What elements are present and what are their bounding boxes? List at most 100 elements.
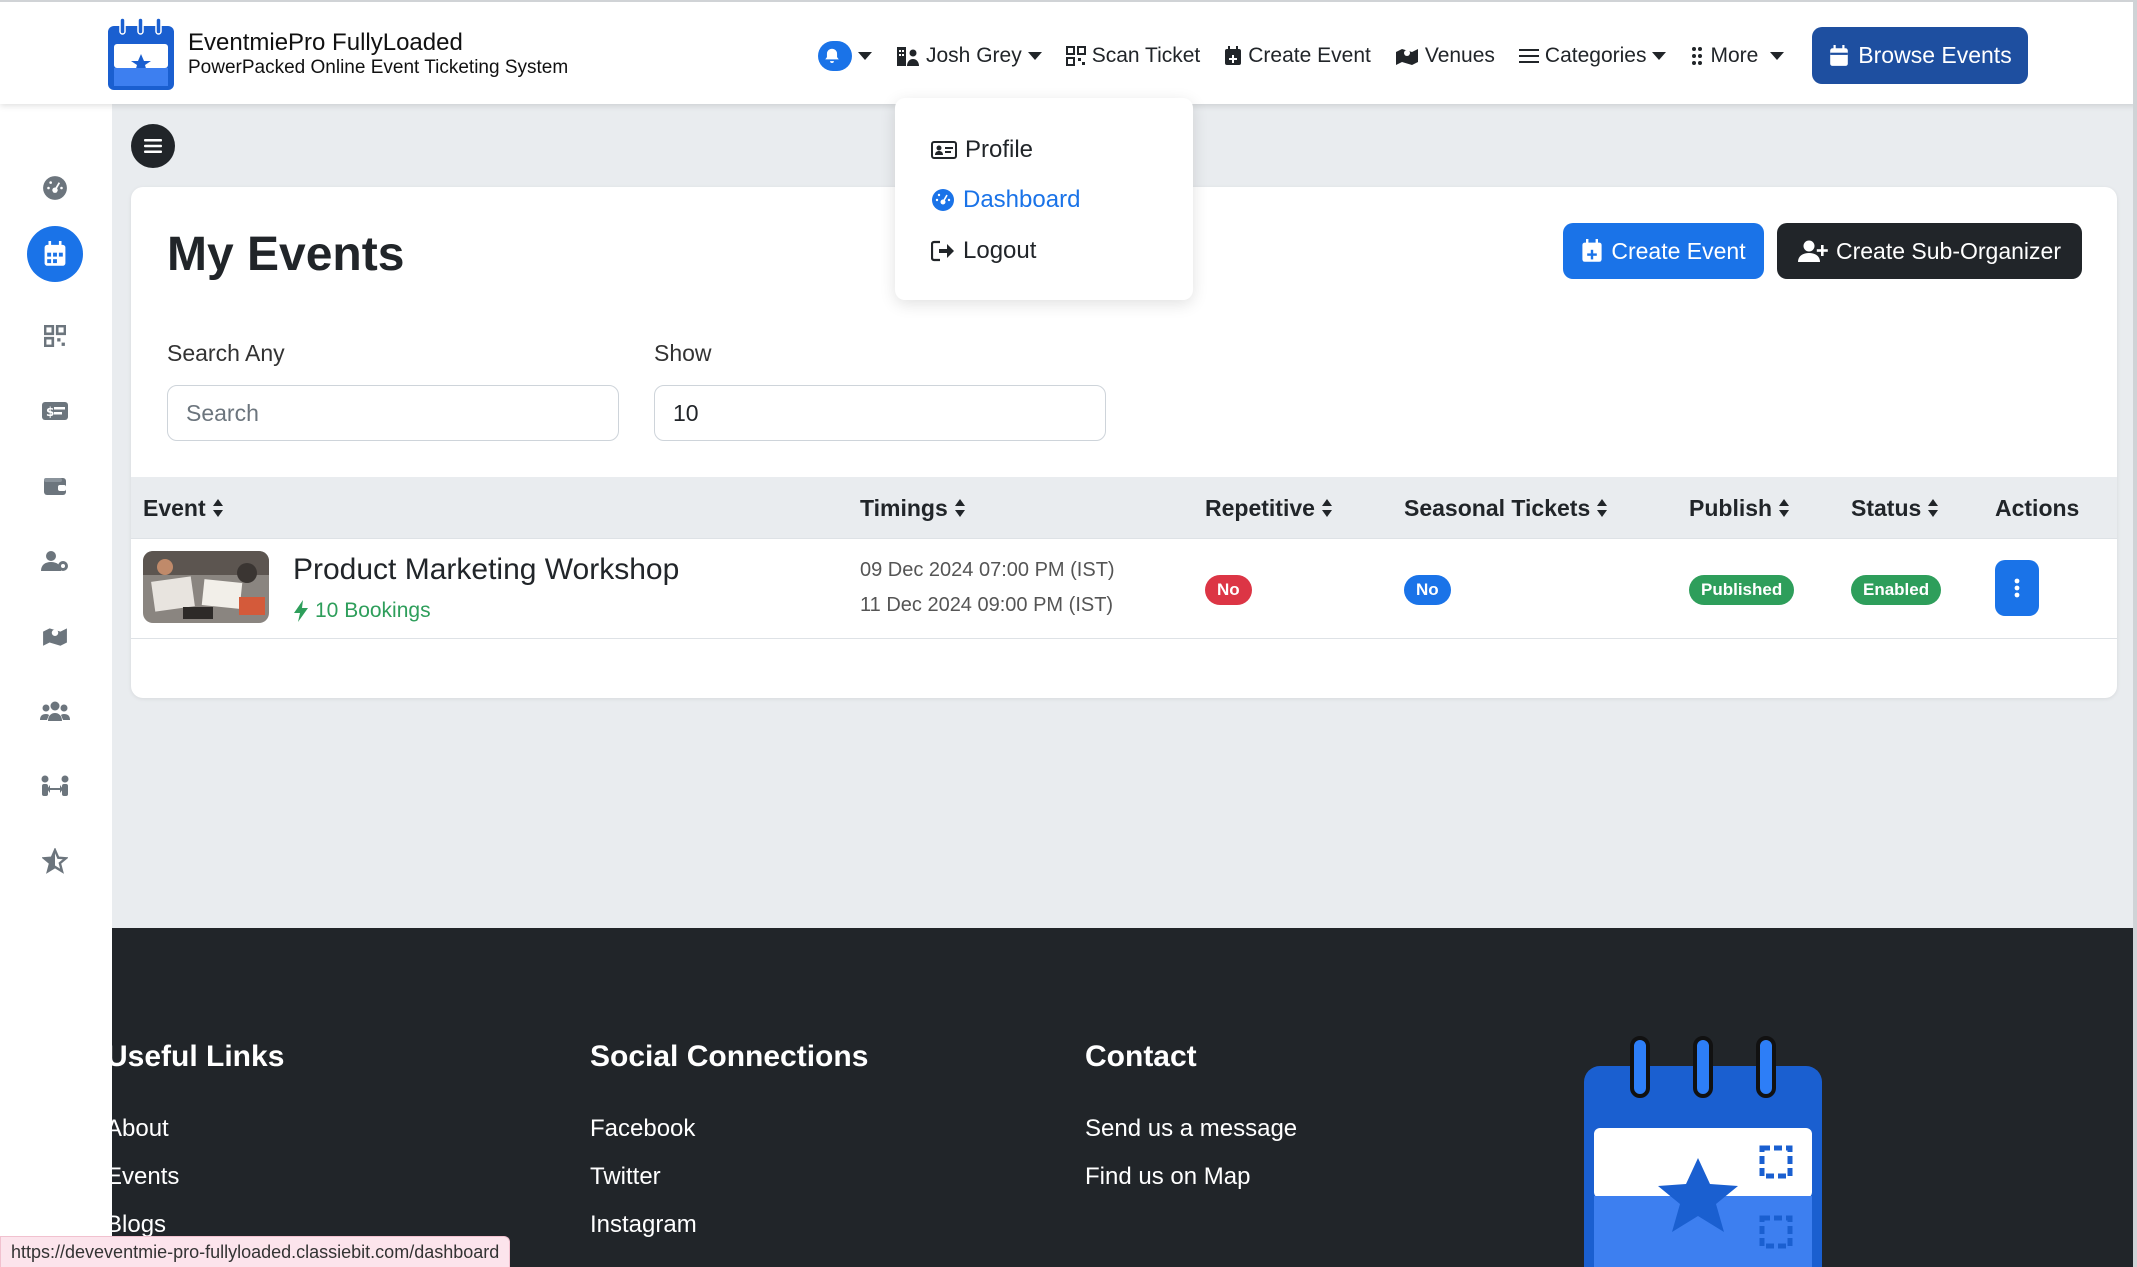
event-thumbnail[interactable] (143, 551, 269, 623)
chevron-down-icon (858, 52, 872, 60)
sort-icon (1779, 499, 1790, 517)
brand[interactable]: EventmiePro FullyLoaded PowerPacked Onli… (106, 16, 568, 92)
logout-icon (931, 240, 954, 262)
main-nav: Josh Grey Scan Ticket Create Event Venue… (818, 28, 1808, 84)
ellipsis-vertical-icon (2014, 578, 2020, 598)
bolt-icon (294, 600, 308, 622)
calendar-plus-icon (1582, 239, 1602, 262)
chevron-down-icon (1652, 52, 1667, 60)
dashboard-icon (932, 189, 954, 211)
qrcode-icon (44, 325, 66, 347)
sidebar-item-reviews[interactable] (27, 833, 83, 889)
footer-logo (1584, 1036, 1822, 1267)
create-sub-organizer-button[interactable]: Create Sub-Organizer (1777, 223, 2082, 279)
search-input[interactable] (167, 385, 619, 441)
footer-social-heading: Social Connections (590, 1040, 869, 1073)
nav-categories[interactable]: Categories (1518, 44, 1667, 68)
window-edge (2133, 0, 2137, 1267)
brand-title: EventmiePro FullyLoaded (188, 29, 463, 56)
footer-link-twitter[interactable]: Twitter (590, 1163, 661, 1191)
menu-item-profile[interactable]: Profile (931, 136, 1033, 164)
status-badge: Enabled (1851, 575, 1942, 605)
user-dropdown-menu: Profile Dashboard Logout (895, 98, 1193, 300)
nav-scan-ticket[interactable]: Scan Ticket (1065, 44, 1201, 68)
column-header-status[interactable]: Status (1851, 477, 1939, 539)
bell-icon (818, 41, 852, 71)
menu-item-profile-label: Profile (965, 136, 1034, 163)
nav-create-event[interactable]: Create Event (1224, 44, 1371, 68)
menu-item-logout-label: Logout (963, 237, 1037, 264)
wallet-icon (44, 478, 66, 495)
chevron-down-icon (1027, 52, 1042, 60)
menu-item-dashboard-label: Dashboard (963, 186, 1081, 213)
column-header-timings[interactable]: Timings (860, 477, 966, 539)
map-location-icon (1395, 49, 1418, 65)
brand-subtitle: PowerPacked Online Event Ticketing Syste… (188, 57, 569, 78)
column-header-publish[interactable]: Publish (1689, 477, 1790, 539)
sidebar-item-scan[interactable] (27, 308, 83, 364)
column-header-repetitive[interactable]: Repetitive (1205, 477, 1333, 539)
column-header-label: Publish (1689, 494, 1773, 521)
sort-icon (1321, 499, 1332, 517)
menu-item-logout[interactable]: Logout (931, 237, 1036, 265)
user-menu-toggle[interactable]: Josh Grey (896, 44, 1042, 68)
footer-link-facebook[interactable]: Facebook (590, 1115, 695, 1143)
footer-link-instagram[interactable]: Instagram (590, 1211, 697, 1239)
column-header-label: Event (143, 494, 206, 521)
user-name: Josh Grey (926, 44, 1022, 67)
sort-icon (954, 499, 965, 517)
sort-icon (1597, 499, 1608, 517)
money-check-icon: $ (42, 402, 68, 420)
browse-events-button[interactable]: Browse Events (1812, 27, 2028, 84)
publish-badge: Published (1689, 575, 1795, 605)
user-plus-icon (1798, 240, 1828, 262)
nav-venues[interactable]: Venues (1395, 44, 1495, 68)
sidebar-item-venues[interactable] (27, 608, 83, 664)
footer-link-blogs[interactable]: Blogs (112, 1211, 166, 1239)
show-entries-input[interactable] (654, 385, 1106, 441)
brand-logo (108, 17, 174, 90)
notifications-dropdown[interactable] (818, 41, 872, 71)
table-row: Product Marketing Workshop 10 Bookings 0… (131, 539, 2117, 639)
sidebar-item-bookings[interactable]: $ (27, 383, 83, 439)
sidebar-item-attendees[interactable] (27, 683, 83, 739)
users-icon (40, 701, 70, 721)
footer-link-events[interactable]: Events (112, 1163, 179, 1191)
grip-vertical-icon (1692, 47, 1703, 65)
footer-link-find-on-map[interactable]: Find us on Map (1085, 1163, 1250, 1191)
create-event-label: Create Event (1611, 237, 1746, 264)
event-start-time: 09 Dec 2024 07:00 PM (IST) (860, 559, 1115, 581)
repetitive-badge: No (1205, 575, 1252, 605)
seasonal-badge: No (1404, 575, 1451, 605)
footer-useful-links-heading: Useful Links (112, 1040, 285, 1073)
sidebar-toggle-button[interactable] (131, 124, 175, 168)
event-title-link[interactable]: Product Marketing Workshop (293, 553, 679, 587)
column-header-seasonal-tickets[interactable]: Seasonal Tickets (1404, 477, 1608, 539)
column-header-event[interactable]: Event (143, 477, 224, 539)
svg-text:$: $ (46, 405, 54, 419)
column-header-actions: Actions (1995, 477, 2079, 539)
create-event-button[interactable]: Create Event (1563, 223, 1764, 279)
menu-item-dashboard[interactable]: Dashboard (931, 186, 1080, 214)
nav-create-event-label: Create Event (1248, 44, 1371, 67)
id-card-icon (931, 141, 957, 159)
sidebar: $ (0, 104, 112, 1267)
column-header-label: Repetitive (1205, 494, 1315, 521)
sidebar-item-sub-organizers[interactable] (27, 758, 83, 814)
footer-link-about[interactable]: About (112, 1115, 169, 1143)
sidebar-item-dashboard[interactable] (27, 160, 83, 216)
page-title: My Events (167, 228, 405, 281)
sidebar-item-wallet[interactable] (27, 458, 83, 514)
event-bookings-link[interactable]: 10 Bookings (293, 599, 431, 623)
calendar-plus-icon (1225, 46, 1242, 65)
nav-scan-ticket-label: Scan Ticket (1091, 44, 1201, 67)
calendar-icon (44, 241, 66, 266)
footer: Useful Links About Events Blogs Social C… (112, 928, 2133, 1267)
actions-menu-button[interactable] (1995, 560, 2039, 616)
column-header-label: Timings (860, 494, 948, 521)
nav-more[interactable]: More (1690, 44, 1785, 68)
sidebar-item-my-events[interactable] (27, 226, 83, 282)
sidebar-item-organizers[interactable] (27, 533, 83, 589)
sort-icon (212, 499, 223, 517)
footer-link-send-message[interactable]: Send us a message (1085, 1115, 1297, 1143)
